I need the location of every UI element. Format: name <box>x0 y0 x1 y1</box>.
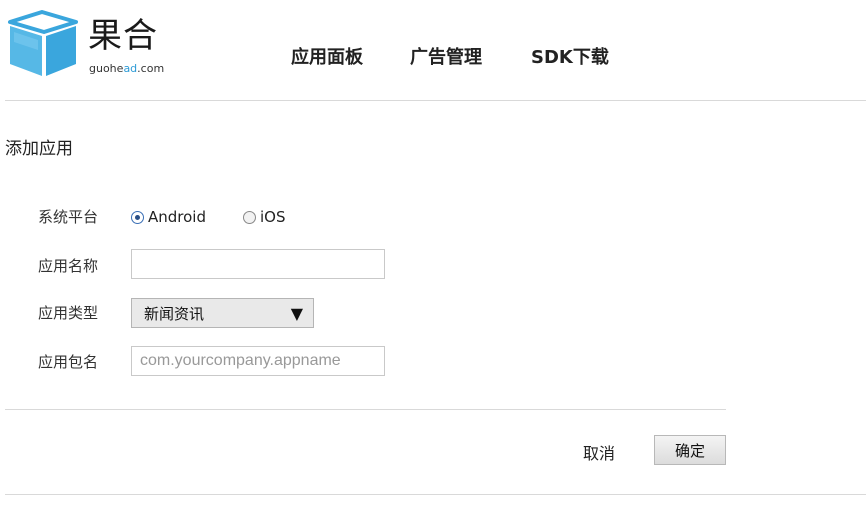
radio-ios[interactable]: iOS <box>243 207 286 227</box>
package-label: 应用包名 <box>38 353 99 371</box>
radio-unselected-icon[interactable] <box>243 210 256 224</box>
radio-selected-icon[interactable] <box>131 210 144 224</box>
app-name-input[interactable] <box>131 249 385 279</box>
radio-android-label: Android <box>148 208 206 226</box>
cube-logo-icon <box>8 10 78 76</box>
platform-label: 系统平台 <box>38 208 99 226</box>
logo[interactable]: 果合 guohead.com <box>6 10 166 80</box>
logo-text-en: guohead.com <box>89 62 165 75</box>
nav-ad-management[interactable]: 广告管理 <box>410 46 482 70</box>
package-name-input[interactable] <box>131 346 385 376</box>
app-type-label: 应用类型 <box>38 304 99 322</box>
app-type-value: 新闻资讯 <box>144 304 205 323</box>
app-type-select[interactable]: 新闻资讯 ▼ <box>131 298 314 328</box>
radio-ios-label: iOS <box>260 208 286 226</box>
header-divider <box>5 100 866 101</box>
nav-sdk-download[interactable]: SDK下载 <box>531 46 609 70</box>
cancel-button[interactable]: 取消 <box>583 444 615 464</box>
form-divider <box>5 409 726 410</box>
page-title: 添加应用 <box>5 139 73 159</box>
confirm-button[interactable]: 确定 <box>654 435 726 465</box>
radio-android[interactable]: Android <box>131 207 206 227</box>
triangle-down-icon: ▼ <box>290 303 303 323</box>
header: 果合 guohead.com 应用面板 广告管理 SDK下载 <box>0 0 866 101</box>
app-name-label: 应用名称 <box>38 257 99 275</box>
footer-divider <box>5 494 866 495</box>
logo-text-cn: 果合 <box>88 16 158 56</box>
nav-app-panel[interactable]: 应用面板 <box>291 46 363 70</box>
